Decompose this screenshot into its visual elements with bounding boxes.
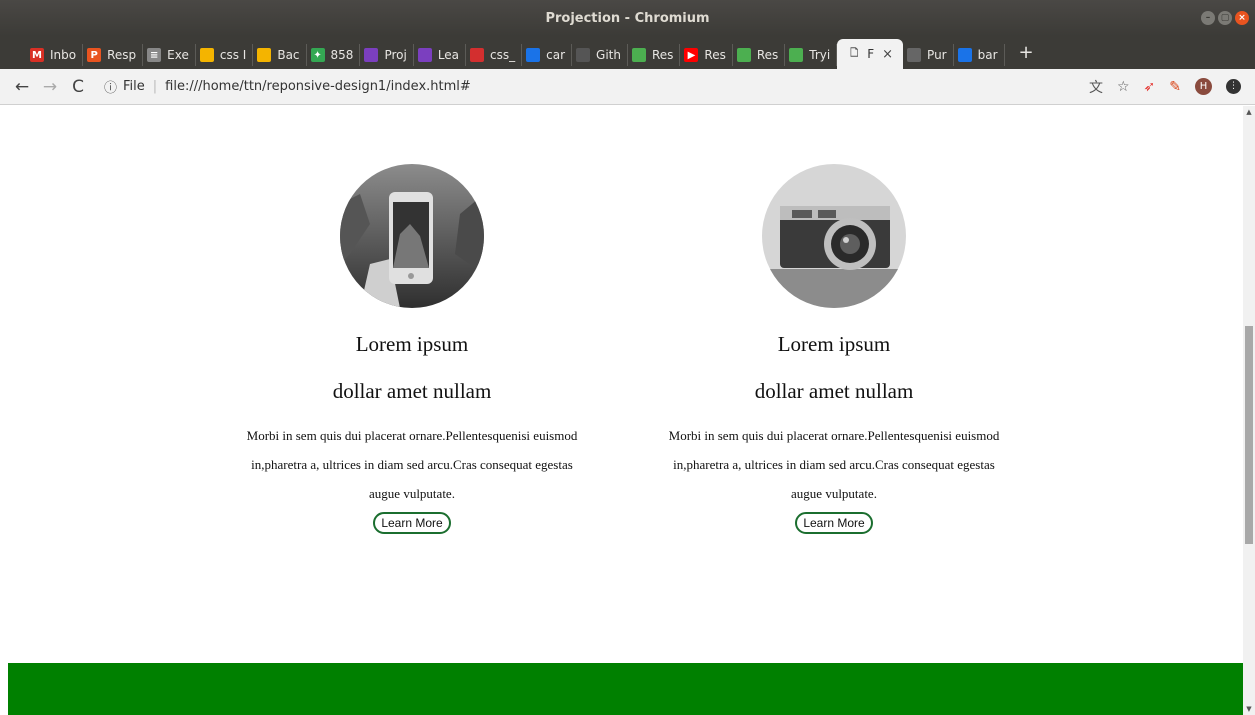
browser-tab[interactable]: P Resp [83, 44, 144, 66]
globe-icon [364, 48, 379, 62]
browser-tab[interactable]: Gith [572, 44, 628, 66]
scroll-thumb[interactable] [1245, 326, 1253, 544]
tab-label: Pur [927, 48, 947, 62]
learn-more-button[interactable]: Learn More [373, 512, 451, 534]
tab-strip: M Inbo P Resp ≡ Exe css I Bac ✦ 858 Proj Lea css_ car… [0, 36, 1255, 69]
vertical-scrollbar[interactable]: ▲ ▼ [1243, 106, 1255, 715]
browser-tab[interactable]: Pur [903, 44, 954, 66]
translate-icon[interactable]: 文 [1089, 77, 1103, 97]
w3-icon [789, 48, 804, 62]
browser-tab[interactable]: Tryi [785, 44, 838, 66]
card-subtitle: dollar amet nullam [754, 379, 914, 403]
tab-label: 858 [330, 48, 354, 62]
url-text[interactable]: file:///home/ttn/reponsive-design1/index… [165, 79, 471, 94]
info-icon[interactable]: ⓘ [104, 77, 117, 96]
globe-icon [417, 48, 432, 62]
url-separator: | [152, 79, 158, 94]
pinterest-icon: P [87, 48, 102, 62]
browser-tab[interactable]: css_ [466, 44, 523, 66]
window-controls: – ▢ × [1201, 11, 1249, 25]
card-body: Morbi in sem quis dui placerat ornare.Pe… [668, 428, 1000, 501]
reload-icon[interactable]: C [64, 77, 92, 97]
document-icon: 🗋 [850, 47, 859, 59]
camera-photo [762, 164, 906, 308]
flag-icon [957, 48, 972, 62]
browser-tab[interactable]: Bac [253, 44, 307, 66]
youtube-icon: ▶ [684, 48, 699, 62]
new-tab-button[interactable]: + [1019, 42, 1034, 63]
phone-photo [340, 164, 484, 308]
browser-tab[interactable]: css I [196, 44, 254, 66]
tab-label: Gith [596, 48, 621, 62]
browser-tab[interactable]: bar [954, 44, 1005, 66]
url-scheme-label: File [123, 79, 145, 94]
browser-tab[interactable]: Res [628, 44, 681, 66]
back-arrow-icon[interactable]: ← [8, 77, 36, 97]
tab-label: Inbo [50, 48, 77, 62]
w3-icon [736, 48, 751, 62]
extension-dropper-icon[interactable]: ✎ [1169, 79, 1181, 95]
tab-label: Res [756, 48, 779, 62]
toolbar-right-icons: 文 ☆ ➶ ✎ H ⋮ [1089, 77, 1241, 97]
tab-label: Exe [167, 48, 189, 62]
tab-label: Bac [277, 48, 300, 62]
scroll-down-arrow-icon[interactable]: ▼ [1243, 705, 1255, 713]
tab-label: Proj [384, 48, 407, 62]
window-titlebar: Projection - Chromium – ▢ × [0, 0, 1255, 36]
tab-label: Lea [437, 48, 460, 62]
browser-tab[interactable]: 🗋 F × [837, 39, 904, 69]
tab-label: car [546, 48, 566, 62]
page-viewport: Lorem ipsum dollar amet nullam Morbi in … [0, 106, 1243, 715]
tab-label: bar [977, 48, 998, 62]
scroll-up-arrow-icon[interactable]: ▲ [1243, 108, 1255, 116]
extension-feather-icon[interactable]: ➶ [1144, 79, 1156, 95]
feature-card: Lorem ipsum dollar amet nullam Morbi in … [664, 164, 1004, 534]
close-window-button[interactable]: × [1235, 11, 1249, 25]
minimize-button[interactable]: – [1201, 11, 1215, 25]
card-body: Morbi in sem quis dui placerat ornare.Pe… [246, 428, 578, 501]
card-title: Lorem ipsum [777, 332, 891, 356]
gmail-icon: M [30, 48, 44, 62]
tab-label: Resp [107, 48, 137, 62]
bookmark-star-icon[interactable]: ☆ [1117, 79, 1130, 95]
slides-icon [257, 48, 272, 62]
window-title: Projection - Chromium [545, 10, 710, 26]
card-subtitle: dollar amet nullam [332, 379, 492, 403]
forward-arrow-icon[interactable]: → [36, 77, 64, 97]
pinwheel-icon: ✦ [310, 48, 325, 62]
browser-tab[interactable]: Lea [414, 44, 467, 66]
flag-icon [526, 48, 541, 62]
tab-label: css I [219, 48, 247, 62]
github-icon [576, 48, 591, 62]
tab-label: Res [704, 48, 726, 62]
w3-icon [631, 48, 646, 62]
browser-tab[interactable]: ▶ Res [680, 44, 733, 66]
browser-tab[interactable]: ✦ 858 [307, 44, 361, 66]
browser-tab[interactable]: car [522, 44, 573, 66]
maximize-button[interactable]: ▢ [1218, 11, 1232, 25]
card-title: Lorem ipsum [355, 332, 469, 356]
browser-tab[interactable]: ≡ Exe [143, 44, 196, 66]
browser-tab[interactable]: Res [733, 44, 786, 66]
browser-tab[interactable]: M Inbo [26, 44, 84, 66]
tab-label: Tryi [809, 48, 831, 62]
learn-more-button[interactable]: Learn More [795, 512, 873, 534]
tab-label: css_ [490, 48, 516, 62]
menu-icon[interactable]: ⋮ [1226, 79, 1241, 94]
tab-label: F [867, 47, 875, 61]
image-icon [470, 48, 485, 62]
address-bar[interactable]: ⓘ File | file:///home/ttn/reponsive-desi… [104, 77, 1089, 96]
page-footer [8, 663, 1243, 715]
browser-tab[interactable]: Proj [360, 44, 414, 66]
globe-gray-icon [907, 48, 922, 62]
feature-card: Lorem ipsum dollar amet nullam Morbi in … [242, 164, 582, 534]
tab-label: Res [651, 48, 674, 62]
browser-toolbar: ← → C ⓘ File | file:///home/ttn/reponsiv… [0, 69, 1255, 105]
close-tab-icon[interactable]: × [882, 47, 893, 62]
slides-icon [199, 48, 214, 62]
list-icon: ≡ [147, 48, 162, 62]
profile-avatar[interactable]: H [1195, 78, 1212, 95]
